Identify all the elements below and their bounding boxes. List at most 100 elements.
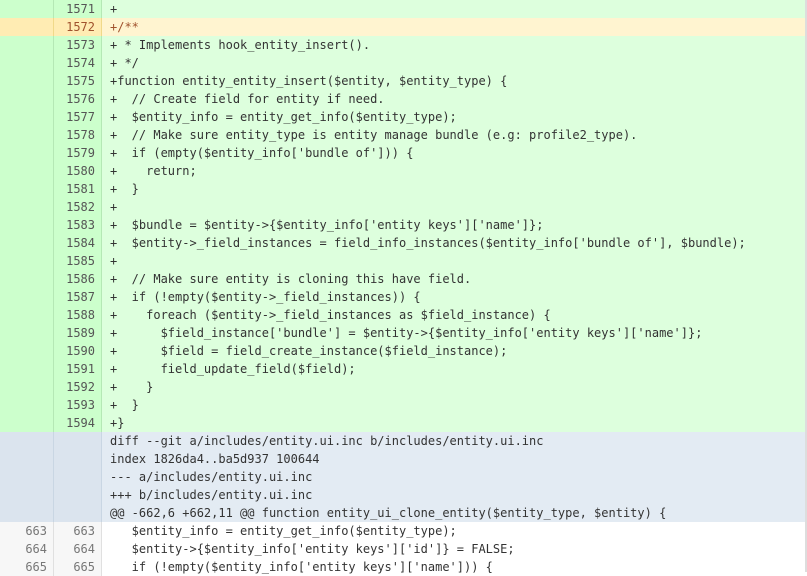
code-text: + // Make sure entity_type is entity man… [110, 128, 638, 142]
new-line-number[interactable]: 1591 [54, 360, 102, 378]
code-text: + * Implements hook_entity_insert(). [110, 38, 371, 52]
code-text: + } [110, 182, 139, 196]
old-line-number[interactable] [0, 18, 54, 36]
old-line-number[interactable] [0, 378, 54, 396]
old-line-number[interactable] [0, 360, 54, 378]
old-line-number[interactable]: 664 [0, 540, 54, 558]
old-line-number[interactable] [0, 432, 54, 450]
old-line-number[interactable] [0, 54, 54, 72]
diff-view: 1571 +1572 +/** 1573 + * Implements hook_ent… [0, 0, 807, 576]
code-text: +++ b/includes/entity.ui.inc [110, 488, 313, 502]
old-line-number[interactable] [0, 450, 54, 468]
old-line-number[interactable] [0, 216, 54, 234]
new-line-number[interactable]: 665 [54, 558, 102, 576]
new-line-number[interactable]: 1579 [54, 144, 102, 162]
diff-line: 1574 + */ [0, 54, 807, 72]
old-line-number[interactable] [0, 396, 54, 414]
new-line-number[interactable]: 1593 [54, 396, 102, 414]
new-line-number[interactable]: 1583 [54, 216, 102, 234]
new-line-number[interactable]: 1589 [54, 324, 102, 342]
diff-line: 1585 + [0, 252, 807, 270]
new-line-number[interactable]: 1585 [54, 252, 102, 270]
code-text: if (!empty($entity_info['entity keys']['… [110, 560, 493, 574]
new-line-number[interactable]: 1578 [54, 126, 102, 144]
old-line-number[interactable] [0, 108, 54, 126]
old-line-number[interactable] [0, 288, 54, 306]
new-line-number[interactable]: 1574 [54, 54, 102, 72]
new-line-number[interactable]: 1573 [54, 36, 102, 54]
code-text: +function entity_entity_insert($entity, … [110, 74, 508, 88]
code-text: + foreach ($entity->_field_instances as … [110, 308, 551, 322]
code-text: @@ -662,6 +662,11 @@ function entity_ui_… [110, 506, 667, 520]
old-line-number[interactable] [0, 270, 54, 288]
old-line-number[interactable] [0, 252, 54, 270]
new-line-number[interactable]: 1587 [54, 288, 102, 306]
old-line-number[interactable] [0, 36, 54, 54]
old-line-number[interactable] [0, 324, 54, 342]
new-line-number[interactable]: 663 [54, 522, 102, 540]
new-line-number[interactable]: 1577 [54, 108, 102, 126]
old-line-number[interactable] [0, 468, 54, 486]
new-line-number[interactable]: 1576 [54, 90, 102, 108]
new-line-number[interactable]: 1581 [54, 180, 102, 198]
code-text: + $bundle = $entity->{$entity_info['enti… [110, 218, 544, 232]
diff-line: index 1826da4..ba5d937 100644 [0, 450, 807, 468]
old-line-number[interactable] [0, 0, 54, 18]
new-line-number[interactable] [54, 486, 102, 504]
old-line-number[interactable] [0, 504, 54, 522]
diff-line: 1577 + $entity_info = entity_get_info($en… [0, 108, 807, 126]
old-line-number[interactable] [0, 90, 54, 108]
diff-line: 1580 + return; [0, 162, 807, 180]
old-line-number[interactable] [0, 72, 54, 90]
diff-line: 1587 + if (!empty($entity->_field_instanc… [0, 288, 807, 306]
code-text: +/** [110, 20, 139, 34]
new-line-number[interactable]: 1580 [54, 162, 102, 180]
old-line-number[interactable] [0, 234, 54, 252]
old-line-number[interactable] [0, 198, 54, 216]
diff-line: 1579 + if (empty($entity_info['bundle of'… [0, 144, 807, 162]
new-line-number[interactable]: 1586 [54, 270, 102, 288]
new-line-number[interactable] [54, 504, 102, 522]
diff-line: 1575 +function entity_entity_insert($enti… [0, 72, 807, 90]
code-text: + $field_instance['bundle'] = $entity->{… [110, 326, 703, 340]
new-line-number[interactable] [54, 468, 102, 486]
new-line-number[interactable]: 1575 [54, 72, 102, 90]
new-line-number[interactable]: 664 [54, 540, 102, 558]
code-text: + $entity->_field_instances = field_info… [110, 236, 746, 250]
diff-line: +++ b/includes/entity.ui.inc [0, 486, 807, 504]
new-line-number[interactable]: 1590 [54, 342, 102, 360]
diff-line: 1593 + } [0, 396, 807, 414]
code-text: + $entity_info = entity_get_info($entity… [110, 110, 457, 124]
diff-line: 1588 + foreach ($entity->_field_instances… [0, 306, 807, 324]
old-line-number[interactable]: 663 [0, 522, 54, 540]
old-line-number[interactable] [0, 180, 54, 198]
code-text: + [110, 2, 118, 16]
old-line-number[interactable]: 665 [0, 558, 54, 576]
old-line-number[interactable] [0, 144, 54, 162]
code-text: + // Create field for entity if need. [110, 92, 385, 106]
new-line-number[interactable]: 1592 [54, 378, 102, 396]
new-line-number[interactable]: 1588 [54, 306, 102, 324]
old-line-number[interactable] [0, 306, 54, 324]
new-line-number[interactable] [54, 432, 102, 450]
new-line-number[interactable]: 1571 [54, 0, 102, 18]
diff-line: 1594 +} [0, 414, 807, 432]
old-line-number[interactable] [0, 414, 54, 432]
diff-line: --- a/includes/entity.ui.inc [0, 468, 807, 486]
old-line-number[interactable] [0, 486, 54, 504]
diff-line: 1582 + [0, 198, 807, 216]
new-line-number[interactable]: 1582 [54, 198, 102, 216]
code-text: index 1826da4..ba5d937 100644 [110, 452, 320, 466]
old-line-number[interactable] [0, 126, 54, 144]
old-line-number[interactable] [0, 342, 54, 360]
diff-line: 1573 + * Implements hook_entity_insert(). [0, 36, 807, 54]
diff-line: 664 664 $entity->{$entity_info['entity ke… [0, 540, 807, 558]
new-line-number[interactable]: 1584 [54, 234, 102, 252]
diff-line: 1591 + field_update_field($field); [0, 360, 807, 378]
new-line-number[interactable]: 1572 [54, 18, 102, 36]
new-line-number[interactable] [54, 450, 102, 468]
code-text: + field_update_field($field); [110, 362, 356, 376]
new-line-number[interactable]: 1594 [54, 414, 102, 432]
old-line-number[interactable] [0, 162, 54, 180]
diff-line: 1586 + // Make sure entity is cloning thi… [0, 270, 807, 288]
